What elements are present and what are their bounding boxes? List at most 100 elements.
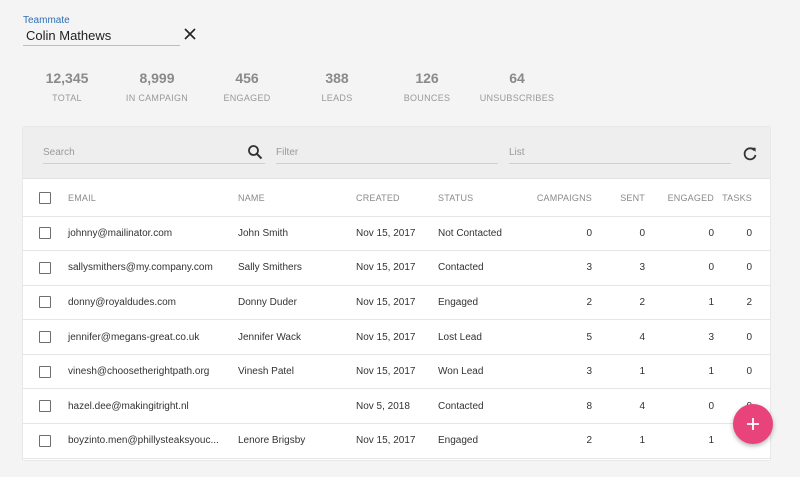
cell-created: Nov 15, 2017: [356, 354, 438, 390]
stat-label: UNSUBSCRIBES: [479, 93, 555, 103]
cell-name: Vinesh Patel: [238, 354, 356, 390]
cell-sent: 4: [592, 388, 645, 425]
cell-name: Jennifer Wack: [238, 319, 356, 355]
column-created[interactable]: CREATED: [356, 180, 438, 217]
cell-sent: 0: [592, 216, 645, 252]
search-input[interactable]: Search: [43, 144, 265, 164]
column-campaigns[interactable]: CAMPAIGNS: [526, 180, 592, 217]
cell-status: Won Lead: [438, 354, 526, 390]
filter-input[interactable]: Filter: [276, 144, 498, 164]
row-checkbox[interactable]: [39, 365, 51, 378]
stat-total: 12,345 TOTAL: [41, 70, 93, 103]
cell-name: Sally Smithers: [238, 250, 356, 286]
cell-engaged: 1: [645, 354, 714, 390]
row-select-cell: [23, 216, 68, 252]
cell-created: Nov 15, 2017: [356, 285, 438, 321]
column-email[interactable]: EMAIL: [68, 180, 238, 217]
cell-campaigns: 2: [526, 423, 592, 459]
cell-tasks: 0: [714, 216, 770, 252]
row-checkbox[interactable]: [39, 434, 51, 447]
row-checkbox[interactable]: [39, 296, 51, 309]
cell-tasks: 2: [714, 285, 770, 321]
column-status[interactable]: STATUS: [438, 180, 526, 217]
refresh-icon[interactable]: [742, 146, 758, 162]
table-row[interactable]: sallysmithers@my.company.com Sally Smith…: [23, 250, 770, 286]
cell-name: John Smith: [238, 216, 356, 252]
cell-engaged: 0: [645, 388, 714, 425]
teammate-clear-button[interactable]: [183, 27, 199, 43]
stat-leads: 388 LEADS: [313, 70, 361, 103]
cell-email: hazel.dee@makingitright.nl: [68, 388, 238, 425]
cell-sent: 1: [592, 354, 645, 390]
cell-campaigns: 3: [526, 354, 592, 390]
list-input[interactable]: List: [509, 144, 731, 164]
search-icon[interactable]: [247, 144, 263, 160]
cell-sent: 2: [592, 285, 645, 321]
table-toolbar: Search Filter List: [23, 127, 770, 179]
row-select-cell: [23, 354, 68, 390]
stat-value: 456: [235, 70, 259, 86]
contacts-card: Search Filter List EMAIL NAME CREATED ST…: [23, 127, 770, 460]
cell-tasks: 0: [714, 319, 770, 355]
table-row[interactable]: johnny@mailinator.com John Smith Nov 15,…: [23, 216, 770, 252]
row-checkbox[interactable]: [39, 400, 51, 413]
stat-value: 388: [325, 70, 349, 86]
select-all-cell: [23, 180, 68, 217]
stat-label: ENGAGED: [223, 93, 271, 103]
table-row[interactable]: jennifer@megans-great.co.uk Jennifer Wac…: [23, 319, 770, 355]
teammate-input[interactable]: Colin Mathews: [23, 27, 180, 46]
cell-email: donny@royaldudes.com: [68, 285, 238, 321]
stat-value: 12,345: [45, 70, 89, 86]
add-contact-button[interactable]: [733, 404, 773, 444]
cell-status: Lost Lead: [438, 319, 526, 355]
table-row[interactable]: donny@royaldudes.com Donny Duder Nov 15,…: [23, 285, 770, 321]
teammate-label: Teammate: [23, 15, 70, 26]
cell-email: johnny@mailinator.com: [68, 216, 238, 252]
cell-engaged: 3: [645, 319, 714, 355]
cell-name: Lenore Brigsby: [238, 423, 356, 459]
table-row[interactable]: boyzinto.men@phillysteaksyouc... Lenore …: [23, 423, 770, 459]
stat-engaged: 456 ENGAGED: [218, 70, 276, 103]
cell-name: [238, 388, 356, 425]
column-engaged[interactable]: ENGAGED: [645, 180, 714, 217]
cell-sent: 4: [592, 319, 645, 355]
cell-tasks: 0: [714, 250, 770, 286]
cell-status: Not Contacted: [438, 216, 526, 252]
row-select-cell: [23, 388, 68, 425]
table-row[interactable]: hazel.dee@makingitright.nl Nov 5, 2018 C…: [23, 388, 770, 425]
cell-status: Contacted: [438, 250, 526, 286]
cell-campaigns: 8: [526, 388, 592, 425]
cell-created: Nov 15, 2017: [356, 319, 438, 355]
plus-icon: [747, 418, 759, 430]
column-name[interactable]: NAME: [238, 180, 356, 217]
cell-created: Nov 15, 2017: [356, 216, 438, 252]
table-row[interactable]: vinesh@choosetherightpath.org Vinesh Pat…: [23, 354, 770, 390]
select-all-checkbox[interactable]: [39, 191, 51, 204]
row-checkbox[interactable]: [39, 331, 51, 344]
column-sent[interactable]: SENT: [592, 180, 645, 217]
stat-value: 8,999: [139, 70, 175, 86]
cell-created: Nov 15, 2017: [356, 250, 438, 286]
stat-unsubscribes: 64 UNSUBSCRIBES: [479, 70, 555, 103]
cell-email: jennifer@megans-great.co.uk: [68, 319, 238, 355]
row-checkbox[interactable]: [39, 227, 51, 240]
stat-in-campaign: 8,999 IN CAMPAIGN: [121, 70, 193, 103]
stat-label: TOTAL: [52, 93, 82, 103]
contacts-table: EMAIL NAME CREATED STATUS CAMPAIGNS SENT…: [23, 180, 770, 459]
stat-label: LEADS: [321, 93, 353, 103]
cell-engaged: 1: [645, 285, 714, 321]
stat-value: 64: [509, 70, 525, 86]
row-select-cell: [23, 423, 68, 459]
cell-created: Nov 5, 2018: [356, 388, 438, 425]
cell-created: Nov 15, 2017: [356, 423, 438, 459]
cell-tasks: 0: [714, 354, 770, 390]
column-tasks[interactable]: TASKS: [714, 180, 770, 217]
cell-sent: 1: [592, 423, 645, 459]
cell-campaigns: 3: [526, 250, 592, 286]
cell-email: boyzinto.men@phillysteaksyouc...: [68, 423, 238, 459]
row-checkbox[interactable]: [39, 261, 51, 274]
stat-bounces: 126 BOUNCES: [399, 70, 455, 103]
stat-label: BOUNCES: [403, 93, 451, 103]
close-icon: [184, 28, 196, 40]
cell-campaigns: 0: [526, 216, 592, 252]
